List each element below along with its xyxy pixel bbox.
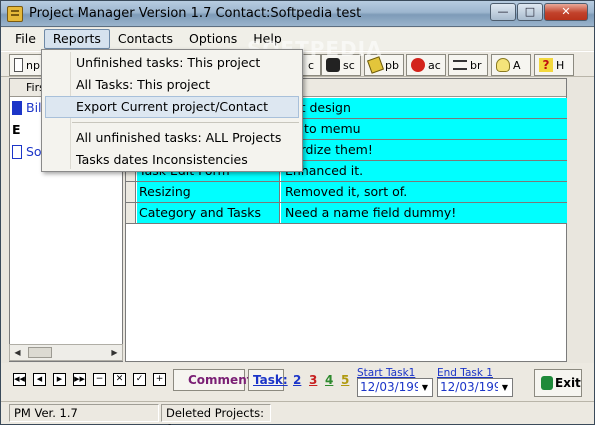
menu-file[interactable]: File (7, 29, 44, 49)
scroll-left-icon[interactable]: ◀ (10, 345, 25, 360)
app-icon (7, 6, 23, 22)
window-controls: — □ ✕ (490, 3, 588, 21)
menu-item-all-unfinished-all-projects[interactable]: All unfinished tasks: ALL Projects (42, 127, 302, 149)
menu-options[interactable]: Options (181, 29, 245, 49)
comment-label: Comment (188, 373, 253, 387)
phone-icon (411, 58, 425, 72)
maximize-button[interactable]: □ (517, 3, 543, 21)
exit-button[interactable]: Exit (534, 369, 582, 397)
delete-record-icon[interactable]: − (93, 373, 106, 386)
note-cell[interactable]: Need a name field dummy! (281, 203, 567, 223)
comment-button[interactable]: Comment (173, 369, 252, 391)
status-bar: PM Ver. 1.7 Deleted Projects: 0 (1, 401, 594, 425)
contact-name: Bil (26, 100, 42, 115)
toolbar-button-np-label: np (26, 58, 40, 72)
note-cell[interactable]: Enhanced it. (281, 161, 567, 181)
menu-contacts[interactable]: Contacts (110, 29, 181, 49)
running-man-icon (541, 376, 553, 390)
chevron-down-icon[interactable]: ▼ (498, 379, 512, 396)
scroll-thumb[interactable] (28, 347, 52, 358)
deleted-projects-status: Deleted Projects: 0 (161, 404, 271, 425)
toolbar-button-h-label: H (556, 58, 565, 72)
toolbar-button-br-label: br (470, 58, 482, 72)
note-cell[interactable]: ve to memu (281, 119, 567, 139)
previous-record-icon[interactable]: ◀ (33, 373, 46, 386)
title-bar: Project Manager Version 1.7 Contact:Soft… (1, 1, 594, 27)
menu-item-export-current[interactable]: Export Current project/Contact (45, 96, 299, 118)
row-selector (12, 145, 22, 159)
menu-separator (72, 122, 299, 123)
bottom-controls: ◀◀ ◀ ▶ ▶▶ − ✕ ✓ + Comment Task: 2 3 4 5 … (1, 363, 594, 401)
minimize-button[interactable]: — (490, 3, 516, 21)
contact-list-scrollbar[interactable]: ◀ ▶ (9, 344, 123, 361)
help-question-icon: ? (539, 58, 553, 72)
task-grid-col-note: k 1 (281, 79, 566, 97)
reports-menu: Unfinished tasks: This project All Tasks… (41, 49, 303, 172)
toolbar-button-a[interactable]: A (491, 54, 531, 76)
insert-record-icon[interactable]: + (153, 373, 166, 386)
task-label: Task: (253, 373, 288, 387)
contact-name: So (26, 144, 42, 159)
last-record-icon[interactable]: ▶▶ (73, 373, 86, 386)
end-date-value: 12/03/199 (440, 380, 502, 394)
post-edit-icon[interactable]: ✓ (133, 373, 146, 386)
task-number-3[interactable]: 3 (309, 373, 317, 387)
task-button[interactable]: Task: (248, 369, 288, 391)
menu-item-tasks-dates-inconsistencies[interactable]: Tasks dates Inconsistencies (42, 149, 302, 171)
contact-name: E (12, 122, 21, 137)
cancel-edit-icon[interactable]: ✕ (113, 373, 126, 386)
menu-reports[interactable]: Reports (43, 29, 110, 49)
table-row[interactable]: Category and Tasks Need a name field dum… (126, 203, 567, 224)
task-number-5[interactable]: 5 (341, 373, 349, 387)
task-number-2[interactable]: 2 (293, 373, 301, 387)
row-marker (126, 203, 136, 223)
menu-item-unfinished-this-project[interactable]: Unfinished tasks: This project (42, 52, 302, 74)
task-cell[interactable]: Resizing (137, 182, 280, 202)
task-number-4[interactable]: 4 (325, 373, 333, 387)
row-marker (126, 182, 136, 202)
window-title: Project Manager Version 1.7 Contact:Soft… (29, 6, 362, 21)
next-record-icon[interactable]: ▶ (53, 373, 66, 386)
toolbar-button-h[interactable]: ? H (534, 54, 574, 76)
first-record-icon[interactable]: ◀◀ (13, 373, 26, 386)
lightbulb-icon (496, 58, 510, 72)
toolbar-button-br[interactable]: br (448, 54, 488, 76)
lines-icon (453, 60, 467, 70)
app-window: Project Manager Version 1.7 Contact:Soft… (0, 0, 595, 425)
exit-label: Exit (555, 376, 581, 390)
toolbar-button-ac-label: ac (428, 58, 441, 72)
task-cell[interactable]: Category and Tasks (137, 203, 280, 223)
start-date-value: 12/03/199 (360, 380, 422, 394)
page-icon (14, 58, 24, 72)
version-status: PM Ver. 1.7 (9, 404, 159, 422)
menu-item-all-tasks-this-project[interactable]: All Tasks: This project (42, 74, 302, 96)
note-cell[interactable]: nardize them! (281, 140, 567, 160)
scroll-right-icon[interactable]: ▶ (107, 345, 122, 360)
note-cell[interactable]: out design (281, 98, 567, 118)
toolbar-button-pb-label: pb (385, 58, 399, 72)
start-date-picker[interactable]: 12/03/199 ▼ (357, 378, 433, 397)
close-button[interactable]: ✕ (544, 3, 588, 21)
chevron-down-icon[interactable]: ▼ (418, 379, 432, 396)
toolbar-button-a-label: A (513, 58, 521, 72)
end-date-picker[interactable]: 12/03/199 ▼ (437, 378, 513, 397)
row-selector (12, 101, 22, 115)
toolbar-button-ac[interactable]: ac (406, 54, 446, 76)
note-cell[interactable]: Removed it, sort of. (281, 182, 567, 202)
toolbar-button-np[interactable]: np (9, 54, 45, 76)
table-row[interactable]: Resizing Removed it, sort of. (126, 182, 567, 203)
